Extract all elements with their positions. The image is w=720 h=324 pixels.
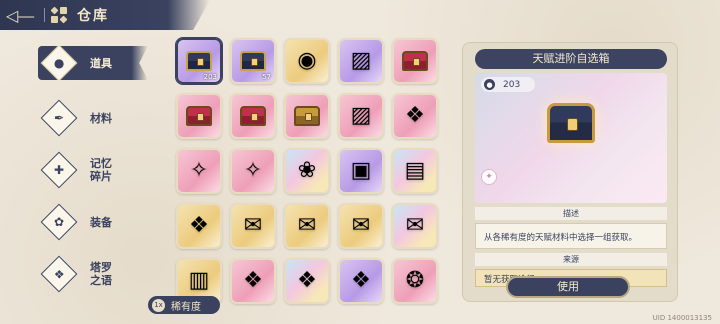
item-slot[interactable]: ▨: [338, 38, 384, 84]
chest-icon: [186, 51, 212, 71]
item-grid: 203 57 ◉ ▨ ▨ ❖ ✧ ✧ ❀ ▣ ▤ ❖ ✉ ✉ ✉ ✉ ▥ ❖ ❖ ❖ ❂: [176, 38, 438, 304]
crystal-icon: ❖: [189, 213, 209, 238]
sidebar: ● 道具 ✒ 材料 ✚ 记忆 碎片 ✿ 装备 ❖ 塔罗 之语: [38, 40, 148, 300]
item-slot[interactable]: ❖: [284, 258, 330, 304]
sidebar-item-label: 道具: [90, 56, 112, 70]
item-slot[interactable]: ❖: [392, 93, 438, 139]
rarity-sort-button[interactable]: 1x 稀有度: [148, 296, 220, 314]
sidebar-item-label: 装备: [90, 215, 112, 229]
crystal-icon: ❖: [297, 268, 317, 293]
item-slot[interactable]: ▨: [338, 93, 384, 139]
owned-count-value: 203: [503, 79, 521, 90]
item-slot[interactable]: ▤: [392, 148, 438, 194]
item-name: 天赋进阶自选箱: [475, 49, 667, 69]
item-pouch-icon: ●: [40, 46, 78, 80]
sidebar-item-tarot[interactable]: ❖ 塔罗 之语: [38, 248, 148, 300]
puzzle-piece-icon: ✚: [40, 151, 78, 189]
sidebar-item-items[interactable]: ● 道具: [38, 46, 148, 80]
item-slot[interactable]: [230, 93, 276, 139]
feather-quill-icon: ✒: [40, 99, 78, 137]
sidebar-item-equipment[interactable]: ✿ 装备: [38, 196, 148, 248]
book-icon: ▤: [404, 158, 426, 183]
item-detail-panel: 天赋进阶自选箱 ● 203 ✦ 描述 从各稀有度的天赋材料中选择一组获取。 来源…: [462, 42, 678, 302]
description-text: 从各稀有度的天赋材料中选择一组获取。: [475, 223, 667, 249]
equipment-bird-icon: ✿: [40, 203, 78, 241]
source-header: 来源: [475, 253, 667, 266]
lantern-icon: ❂: [405, 268, 425, 293]
orb-icon: ◉: [297, 48, 317, 73]
tarot-compass-icon: ❖: [40, 255, 78, 293]
sidebar-item-memory-fragments[interactable]: ✚ 记忆 碎片: [38, 144, 148, 196]
item-slot[interactable]: ❖: [338, 258, 384, 304]
chest-icon: [186, 106, 212, 126]
item-quantity: 57: [262, 73, 271, 81]
item-slot[interactable]: ✉: [284, 203, 330, 249]
crystal-icon: ❖: [243, 268, 263, 293]
divider: [44, 8, 45, 22]
letter-icon: ✉: [405, 213, 425, 238]
uid-label: UID 1400013135: [652, 314, 712, 322]
sidebar-item-label: 塔罗 之语: [90, 261, 112, 287]
description-header: 描述: [475, 207, 667, 220]
chest-icon: [240, 106, 266, 126]
tome-icon: ▥: [188, 268, 210, 293]
top-bar: ◁― 仓库: [0, 0, 210, 30]
item-slot[interactable]: ❀: [284, 148, 330, 194]
item-preview: ● 203 ✦: [475, 73, 667, 203]
letter-icon: ✉: [297, 213, 317, 238]
item-slot[interactable]: ✧: [230, 148, 276, 194]
box-icon: ▣: [350, 158, 372, 183]
item-slot[interactable]: 57: [230, 38, 276, 84]
back-arrow-icon: ◁―: [5, 5, 35, 25]
crystal-icon: ❖: [351, 268, 371, 293]
item-slot[interactable]: ✉: [230, 203, 276, 249]
card-icon: ▨: [350, 48, 372, 73]
crystal-icon: ❖: [405, 103, 425, 128]
wand-icon: ✧: [243, 158, 263, 183]
owned-count: ● 203: [481, 77, 535, 92]
item-slot[interactable]: ✉: [392, 203, 438, 249]
letter-icon: ✉: [243, 213, 263, 238]
sidebar-item-label: 记忆 碎片: [90, 157, 112, 183]
item-slot[interactable]: ✧: [176, 148, 222, 194]
page-title: 仓库: [77, 8, 109, 24]
sidebar-item-materials[interactable]: ✒ 材料: [38, 92, 148, 144]
warehouse-grid-icon: [50, 6, 68, 24]
chest-icon: [240, 51, 266, 71]
rarity-label: 稀有度: [171, 301, 201, 313]
chest-icon: [402, 51, 428, 71]
item-slot[interactable]: [392, 38, 438, 84]
sort-badge-icon: 1x: [152, 298, 165, 312]
wand-icon: ✧: [189, 158, 209, 183]
item-slot[interactable]: ❖: [176, 203, 222, 249]
sparkle-icon: ✦: [481, 169, 497, 185]
chest-icon: [294, 106, 320, 126]
card-icon: ▨: [350, 103, 372, 128]
back-button[interactable]: ◁―: [0, 0, 40, 30]
user-icon: ●: [484, 79, 495, 90]
sidebar-item-label: 材料: [90, 111, 112, 125]
item-slot[interactable]: ▣: [338, 148, 384, 194]
flowers-icon: ❀: [297, 158, 317, 183]
use-button[interactable]: 使用: [506, 276, 630, 298]
item-slot[interactable]: ❖: [230, 258, 276, 304]
item-slot[interactable]: [284, 93, 330, 139]
letter-icon: ✉: [351, 213, 371, 238]
item-slot[interactable]: ❂: [392, 258, 438, 304]
chest-icon: [547, 103, 595, 143]
item-slot[interactable]: ✉: [338, 203, 384, 249]
item-quantity: 203: [203, 73, 217, 81]
item-slot[interactable]: [176, 93, 222, 139]
item-slot[interactable]: 203: [176, 38, 222, 84]
item-slot[interactable]: ◉: [284, 38, 330, 84]
